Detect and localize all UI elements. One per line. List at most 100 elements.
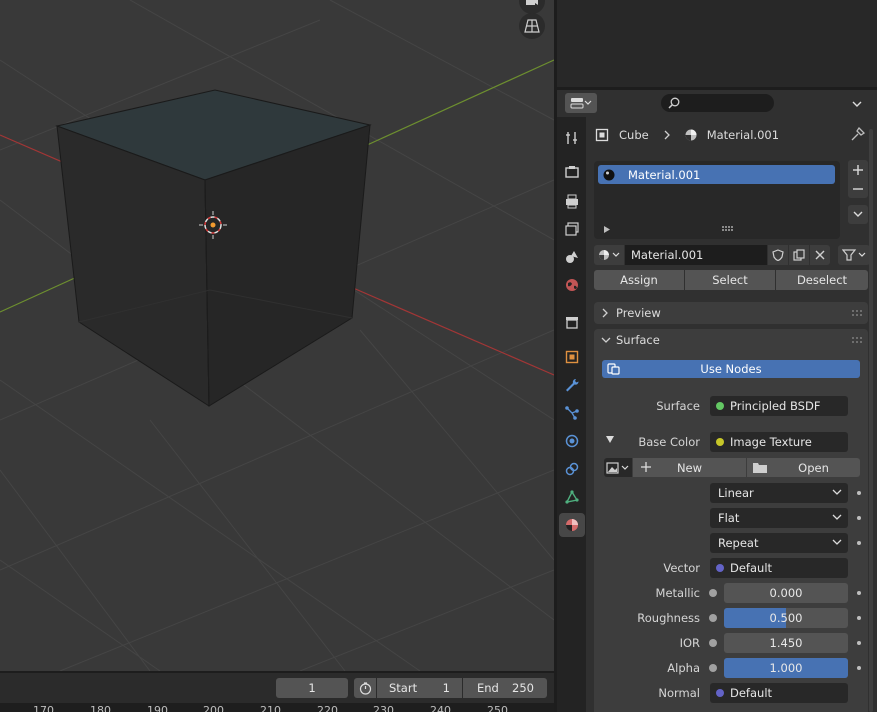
search-input[interactable] — [661, 94, 774, 112]
alpha-label: Alpha — [667, 661, 700, 675]
view-layer-icon[interactable] — [559, 217, 585, 241]
ior-value: 1.450 — [769, 636, 803, 650]
collection-icon[interactable] — [559, 310, 585, 334]
new-image-button[interactable]: New — [633, 458, 746, 477]
preview-panel-header[interactable]: Preview — [594, 302, 868, 324]
link-data-menu[interactable] — [838, 245, 870, 265]
timeline-ruler[interactable]: 170 180 190 200 210 220 230 240 250 — [0, 703, 554, 712]
properties-header — [557, 90, 877, 117]
data-icon[interactable] — [559, 485, 585, 509]
properties-panel[interactable]: Cube Material.001 Material.001 Material.… — [586, 117, 877, 712]
alpha-slider[interactable]: 1.000 — [724, 658, 848, 678]
physics-icon[interactable] — [559, 429, 585, 453]
projection-value: Flat — [718, 511, 740, 525]
panel-title: Preview — [616, 306, 661, 320]
surface-panel-header[interactable]: Surface — [594, 329, 868, 351]
roughness-label: Roughness — [637, 611, 700, 625]
resize-grip-icon[interactable] — [722, 226, 734, 232]
drag-handle-icon[interactable] — [852, 337, 862, 343]
float-socket-icon — [709, 589, 717, 597]
cube-mesh — [55, 89, 372, 407]
normal-label: Normal — [658, 686, 700, 700]
current-frame-value: 1 — [308, 681, 316, 695]
extension-dropdown[interactable]: Repeat — [710, 533, 848, 553]
drag-handle-icon[interactable] — [852, 310, 862, 316]
deselect-button[interactable]: Deselect — [776, 270, 868, 290]
image-icon — [606, 461, 629, 474]
keyframe-dot-icon[interactable] — [857, 541, 861, 545]
use-nodes-button[interactable]: Use Nodes — [602, 360, 860, 378]
scene-icon[interactable] — [559, 245, 585, 269]
material-slot-list[interactable]: Material.001 — [594, 161, 840, 239]
vector-field[interactable]: Default — [710, 558, 848, 578]
assign-button[interactable]: Assign — [594, 270, 684, 290]
metallic-slider[interactable]: 0.000 — [724, 583, 848, 603]
stopwatch-icon[interactable] — [354, 678, 376, 698]
output-icon[interactable] — [559, 189, 585, 213]
base-color-link-field[interactable]: Image Texture — [710, 432, 848, 452]
ior-slider[interactable]: 1.450 — [724, 633, 848, 653]
current-frame-field[interactable]: 1 — [276, 678, 348, 698]
color-socket-icon — [716, 438, 724, 446]
keyframe-dot-icon[interactable] — [857, 516, 861, 520]
keyframe-dot-icon[interactable] — [857, 641, 861, 645]
roughness-slider[interactable]: 0.500 — [724, 608, 848, 628]
start-value: 1 — [442, 681, 450, 695]
3d-viewport[interactable] — [0, 0, 554, 671]
surface-label: Surface — [656, 399, 700, 413]
particles-icon[interactable] — [559, 401, 585, 425]
browse-material-button[interactable] — [594, 245, 624, 265]
select-button[interactable]: Select — [685, 270, 775, 290]
chevron-down-icon[interactable] — [847, 95, 867, 113]
shield-icon — [772, 249, 784, 261]
keyframe-dot-icon[interactable] — [857, 591, 861, 595]
panel-title: Surface — [616, 333, 660, 347]
add-slot-button[interactable] — [848, 160, 868, 179]
material-icon — [599, 250, 620, 260]
start-frame-field[interactable]: Start 1 — [377, 678, 462, 698]
keyframe-dot-icon[interactable] — [857, 616, 861, 620]
unlink-material-button[interactable] — [810, 245, 830, 265]
constraints-icon[interactable] — [559, 457, 585, 481]
browse-image-button[interactable] — [604, 458, 632, 477]
vector-value: Default — [730, 561, 773, 575]
fake-user-button[interactable] — [768, 245, 788, 265]
keyframe-dot-icon[interactable] — [857, 666, 861, 670]
remove-slot-button[interactable] — [848, 179, 868, 198]
normal-value: Default — [730, 686, 773, 700]
surface-shader-field[interactable]: Principled BSDF — [710, 396, 848, 416]
editor-type-menu[interactable] — [565, 93, 597, 113]
ruler-tick: 230 — [373, 704, 394, 712]
node-icon — [607, 363, 620, 375]
breadcrumb-object: Cube — [619, 128, 649, 142]
modifier-icon[interactable] — [559, 373, 585, 397]
ruler-tick: 220 — [317, 704, 338, 712]
normal-field[interactable]: Default — [710, 683, 848, 703]
open-image-button[interactable]: Open — [747, 458, 860, 477]
keyframe-dot-icon[interactable] — [857, 491, 861, 495]
node-tree-icon — [842, 249, 866, 261]
expand-triangle-icon[interactable] — [604, 226, 610, 233]
render-icon[interactable] — [559, 160, 585, 184]
duplicate-material-button[interactable] — [789, 245, 809, 265]
material-name-field[interactable]: Material.001 — [625, 245, 767, 265]
outliner-area[interactable] — [557, 0, 877, 87]
breadcrumb: Cube Material.001 — [595, 127, 835, 143]
object-icon[interactable] — [559, 345, 585, 369]
interpolation-value: Linear — [718, 486, 754, 500]
projection-dropdown[interactable]: Flat — [710, 508, 848, 528]
world-icon[interactable] — [559, 273, 585, 297]
material-icon[interactable] — [559, 513, 585, 537]
pin-icon[interactable] — [850, 126, 868, 144]
grid-view-icon[interactable] — [519, 13, 545, 39]
interpolation-dropdown[interactable]: Linear — [710, 483, 848, 503]
surface-panel-body: Use Nodes Surface Principled BSDF Base C… — [594, 351, 868, 712]
end-frame-field[interactable]: End 250 — [463, 678, 547, 698]
chevron-down-icon — [601, 337, 611, 343]
slot-specials-menu[interactable] — [848, 205, 868, 224]
chevron-down-icon — [832, 514, 842, 520]
properties-scrollbar[interactable] — [869, 129, 873, 712]
list-item[interactable]: Material.001 — [598, 165, 835, 184]
tool-icon[interactable] — [559, 126, 585, 150]
duplicate-icon — [793, 249, 805, 261]
